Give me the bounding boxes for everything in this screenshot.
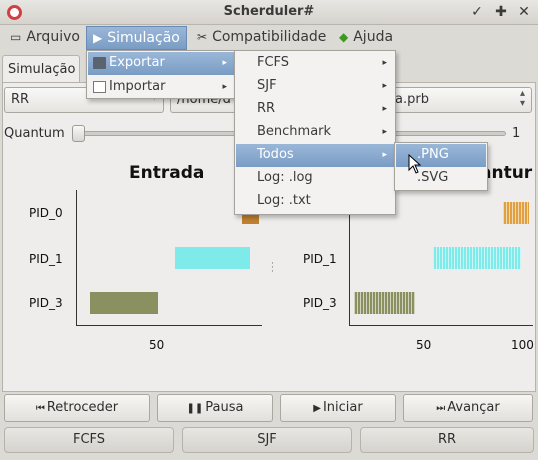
fast-forward-icon: ⏭: [436, 403, 446, 414]
avancar-button[interactable]: ⏭ Avançar: [403, 394, 533, 422]
menu-item-log-log-label: Log: .log: [257, 170, 313, 185]
chart-entrada-ylabel-pid1: PID_1: [29, 252, 63, 266]
menu-bar: ▭ Arquivo ▶ Simulação ✂ Compatibilidade ◆ Aj…: [0, 25, 538, 50]
menu-item-importar[interactable]: Importar ▸: [88, 76, 234, 99]
chart-quantum-xtick-50: 50: [416, 338, 432, 352]
chart-entrada-title: Entrada: [129, 163, 205, 183]
chart-entrada-ylabel-pid0: PID_0: [29, 206, 63, 220]
menu-item-importar-label: Importar: [109, 79, 166, 94]
menu-compatibilidade[interactable]: ✂ Compatibilidade: [191, 26, 332, 50]
pause-icon: ❚❚: [186, 403, 204, 414]
menu-item-sjf-label: SJF: [257, 78, 277, 93]
menu-item-exportar-label: Exportar: [109, 55, 165, 70]
menu-ajuda[interactable]: ◆ Ajuda: [333, 26, 399, 50]
tab-simulacao[interactable]: Simulação: [2, 55, 80, 83]
chart-quantum-ylabel-pid3: PID_3: [303, 296, 337, 310]
menu-item-todos-label: Todos: [257, 147, 294, 162]
iniciar-button[interactable]: ▶ Iniciar: [280, 394, 396, 422]
tab-rr[interactable]: RR: [360, 427, 534, 453]
menu-item-sjf[interactable]: SJF ▸: [236, 75, 394, 98]
retroceder-label: Retroceder: [46, 400, 119, 415]
menu-item-fcfs-label: FCFS: [257, 55, 290, 70]
menu-item-exportar[interactable]: Exportar ▸: [88, 52, 234, 75]
menu-item-log-txt-label: Log: .txt: [257, 193, 311, 208]
file-path-suffix: a.prb: [395, 92, 429, 107]
gantt-bar-pid_1: [174, 247, 251, 269]
retroceder-button[interactable]: ⏮ Retroceder: [4, 394, 150, 422]
menu-item-log-log[interactable]: Log: .log: [236, 167, 394, 190]
chart-quantum-xtick-100: 100: [511, 338, 534, 352]
quantum-label: Quantum: [4, 126, 65, 141]
submenu-arrow-icon: ▸: [382, 81, 387, 91]
pausa-label: Pausa: [205, 400, 244, 415]
gantt-bar-pid_3: [90, 292, 158, 314]
import-icon: [93, 81, 106, 93]
help-icon: ◆: [339, 30, 349, 44]
title-bar: Scherduler# ✓ ✚ ✕: [0, 0, 538, 25]
gantt-bar-pid_1: [432, 247, 521, 269]
tab-fcfs[interactable]: FCFS: [4, 427, 174, 453]
tools-icon: ✂: [197, 30, 208, 44]
rewind-icon: ⏮: [35, 403, 45, 414]
iniciar-label: Iniciar: [322, 400, 363, 415]
pausa-button[interactable]: ❚❚ Pausa: [157, 394, 273, 422]
submenu-arrow-icon: ▸: [222, 58, 227, 68]
menu-arquivo-label: Arquivo: [26, 29, 80, 45]
menu-simulacao-label: Simulação: [107, 30, 180, 46]
gantt-bar-pid_0: [503, 202, 530, 224]
spin-arrows-icon: ▴ ▾: [519, 88, 525, 109]
chart-entrada-xtick-50: 50: [149, 338, 165, 352]
menu-simulacao[interactable]: ▶ Simulação: [86, 26, 187, 50]
gantt-bar-pid_3: [353, 292, 416, 314]
menu-item-benchmark[interactable]: Benchmark ▸: [236, 121, 394, 144]
submenu-arrow-icon: ▸: [382, 127, 387, 137]
close-icon[interactable]: ✕: [515, 3, 533, 21]
submenu-arrow-icon: ▸: [382, 58, 387, 68]
submenu-arrow-icon: ▸: [222, 82, 227, 92]
chart-quantum-ylabel-pid1: PID_1: [303, 252, 337, 266]
chart-entrada-ylabel-pid3: PID_3: [29, 296, 63, 310]
menu-item-fcfs[interactable]: FCFS ▸: [236, 52, 394, 75]
submenu-arrow-icon: ▸: [382, 104, 387, 114]
avancar-label: Avançar: [447, 400, 500, 415]
folder-icon: [93, 57, 106, 69]
menu-item-benchmark-label: Benchmark: [257, 124, 332, 139]
exportar-menu: FCFS ▸ SJF ▸ RR ▸ Benchmark ▸ Todos ▸ Log: .l…: [234, 50, 396, 215]
quantum-value: 1: [512, 126, 521, 141]
simulacao-menu: Exportar ▸ Importar ▸: [86, 50, 236, 99]
splitter-handle[interactable]: · · ·: [271, 260, 274, 277]
algorithm-select-value: RR: [11, 92, 30, 107]
quantum-slider-handle[interactable]: [72, 125, 85, 142]
menu-compat-label: Compatibilidade: [212, 29, 327, 45]
minimize-icon[interactable]: ✓: [468, 3, 486, 21]
menu-item-rr[interactable]: RR ▸: [236, 98, 394, 121]
menu-item-todos[interactable]: Todos ▸: [236, 144, 394, 167]
play-icon: ▶: [93, 31, 103, 45]
submenu-arrow-icon: ▸: [382, 150, 387, 160]
mouse-cursor-icon: [408, 154, 422, 174]
menu-ajuda-label: Ajuda: [353, 29, 394, 45]
menu-arquivo[interactable]: ▭ Arquivo: [4, 26, 86, 50]
menu-item-log-txt[interactable]: Log: .txt: [236, 190, 394, 213]
tab-sjf[interactable]: SJF: [182, 427, 352, 453]
maximize-icon[interactable]: ✚: [492, 3, 510, 21]
file-icon: ▭: [10, 30, 22, 44]
window-title: Scherduler#: [223, 4, 315, 19]
play-icon: ▶: [313, 403, 321, 414]
menu-item-rr-label: RR: [257, 101, 276, 116]
